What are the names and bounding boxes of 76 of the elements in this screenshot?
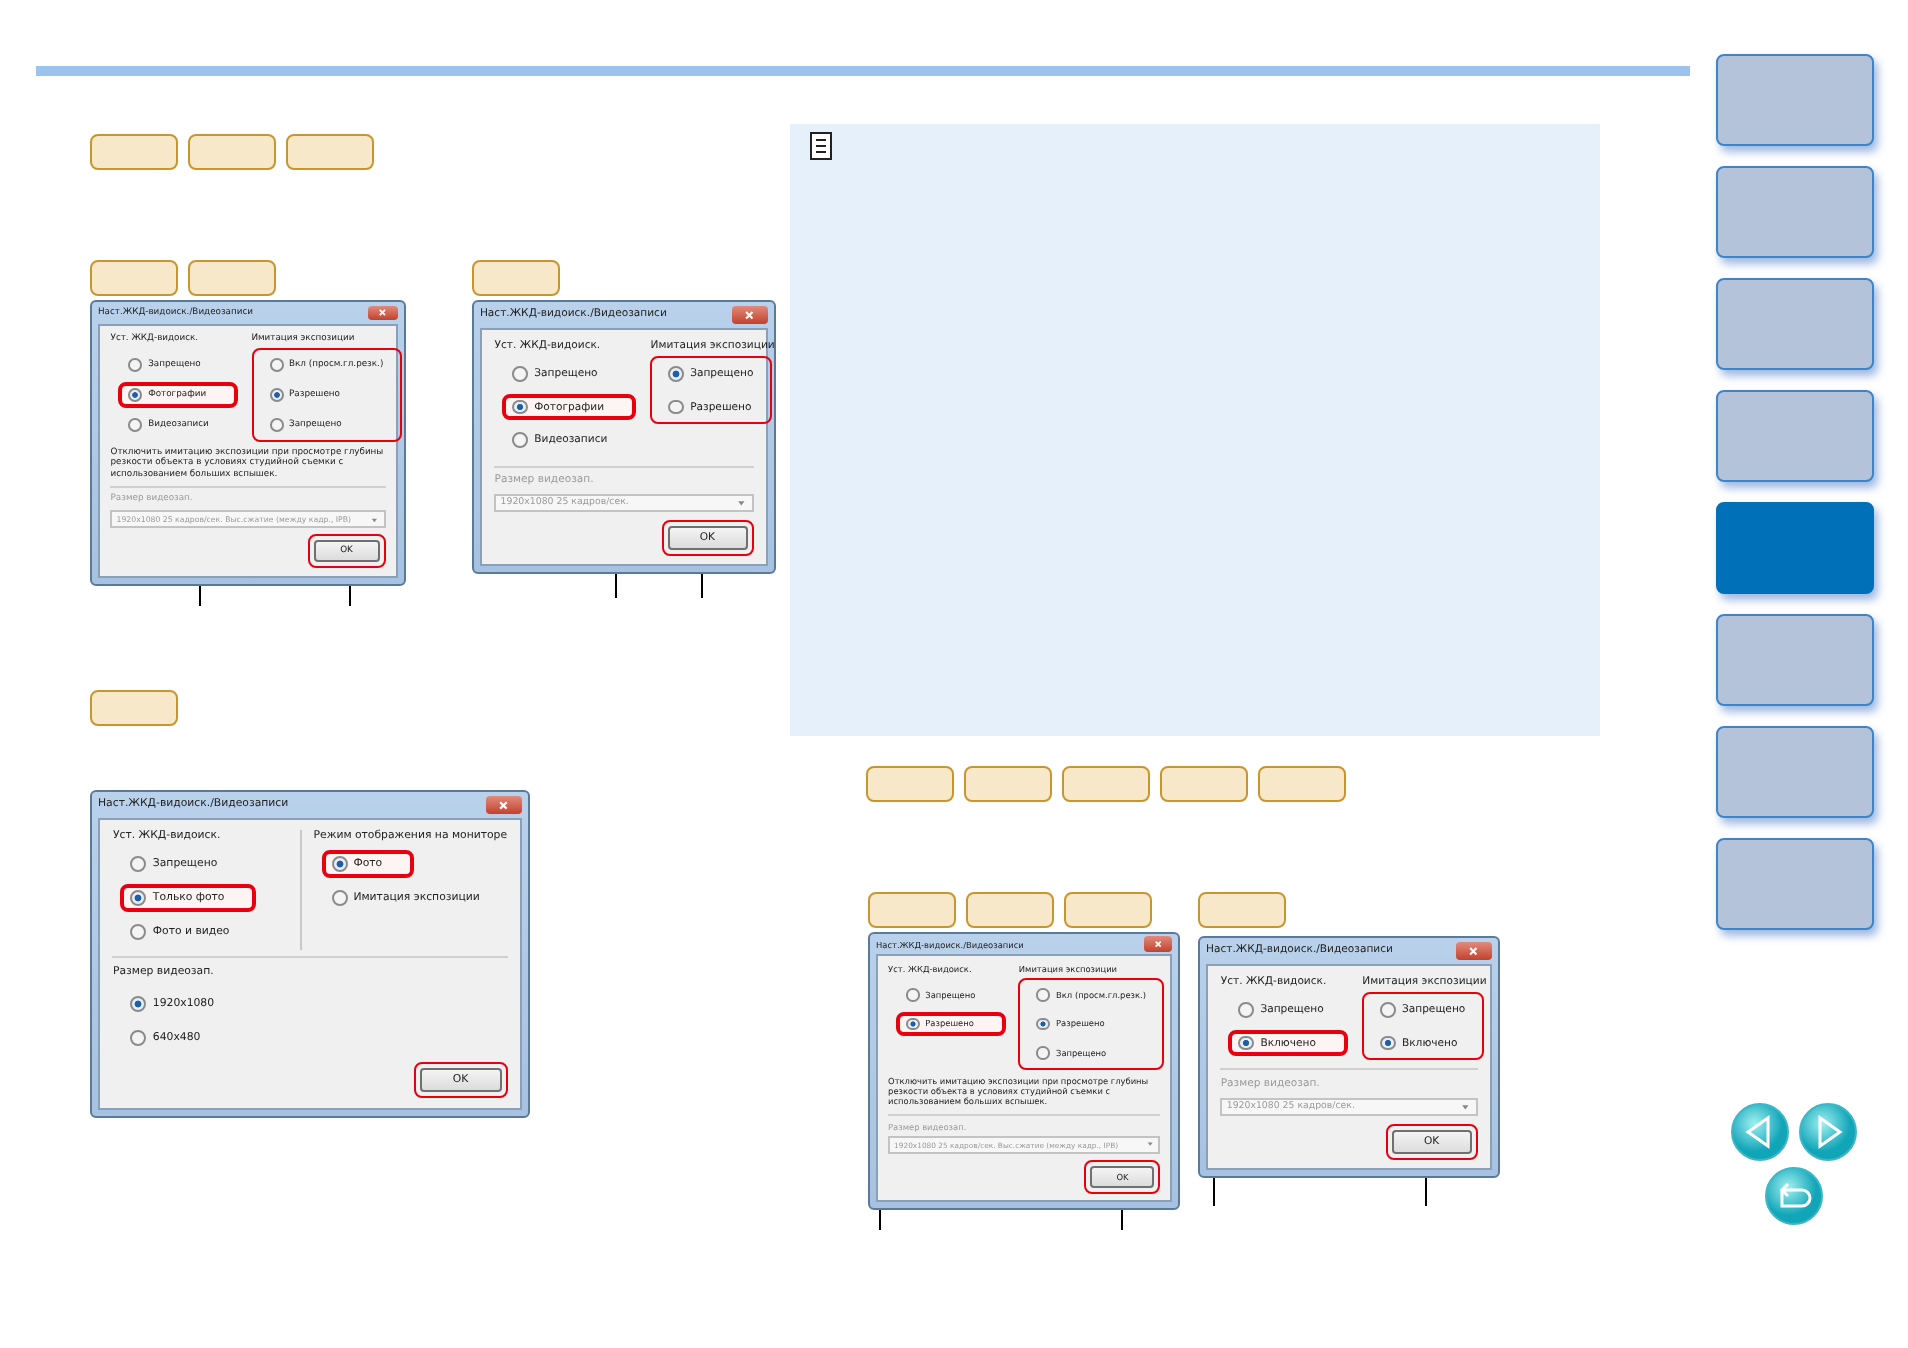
radio-button[interactable] <box>269 357 284 372</box>
close-button[interactable] <box>731 305 768 324</box>
radio-button[interactable] <box>1380 1035 1396 1051</box>
tag-badge <box>471 260 560 296</box>
close-button[interactable] <box>1143 936 1172 952</box>
tag-badge <box>286 134 374 170</box>
radio-button[interactable] <box>130 923 147 940</box>
next-page-button[interactable] <box>1798 1102 1858 1162</box>
chapter-tab[interactable] <box>1715 838 1873 930</box>
tag-badge <box>1258 766 1346 802</box>
close-button[interactable] <box>1455 941 1492 960</box>
radio-button[interactable] <box>512 399 529 415</box>
radio-button[interactable] <box>1380 1002 1396 1018</box>
tag-badge <box>1160 766 1248 802</box>
radio-button[interactable] <box>906 987 920 1002</box>
tag-badge <box>90 134 178 170</box>
tag-badge <box>1198 892 1286 928</box>
radio-button[interactable] <box>1238 1002 1255 1018</box>
close-icon <box>378 308 388 317</box>
tag-badge <box>1062 766 1150 802</box>
close-icon <box>498 799 510 811</box>
tag-badge <box>966 892 1054 928</box>
chapter-tab[interactable] <box>1715 54 1873 146</box>
close-icon <box>744 309 756 320</box>
radio-button[interactable] <box>130 1029 147 1045</box>
radio-button[interactable] <box>128 417 143 432</box>
radio-button[interactable] <box>668 366 685 382</box>
leader-line <box>1121 1209 1123 1230</box>
close-button[interactable] <box>485 795 522 815</box>
radio-button[interactable] <box>269 417 284 432</box>
radio-button[interactable] <box>512 366 529 382</box>
radio-button[interactable] <box>1036 1046 1051 1060</box>
close-icon <box>1153 939 1162 949</box>
radio-button[interactable] <box>1036 987 1051 1002</box>
note-icon <box>810 132 832 160</box>
tag-badge <box>1064 892 1152 928</box>
chapter-tab[interactable] <box>1715 726 1873 818</box>
radio-button[interactable] <box>1238 1035 1255 1051</box>
radio-button[interactable] <box>130 856 147 873</box>
radio-button[interactable] <box>331 856 348 873</box>
radio-button[interactable] <box>269 387 284 402</box>
leader-line <box>879 1209 881 1230</box>
radio-button[interactable] <box>512 432 529 448</box>
radio-button[interactable] <box>128 357 143 372</box>
radio-button[interactable] <box>130 995 147 1012</box>
radio-button[interactable] <box>128 387 143 402</box>
chapter-tab[interactable] <box>1715 390 1873 482</box>
chapter-tab[interactable] <box>1715 166 1873 258</box>
tag-badge <box>866 766 954 802</box>
tag-badge <box>964 766 1052 802</box>
return-button[interactable] <box>1764 1166 1824 1226</box>
leader-line <box>700 574 703 599</box>
radio-button[interactable] <box>668 399 685 415</box>
tag-badge <box>90 689 178 726</box>
leader-line <box>1425 1177 1427 1206</box>
radio-button[interactable] <box>331 890 348 907</box>
tag-badge <box>868 892 956 928</box>
leader-line <box>349 585 351 606</box>
leader-line <box>1213 1177 1215 1206</box>
caret-icon <box>1145 1140 1154 1150</box>
chapter-tab[interactable] <box>1715 278 1873 370</box>
caret-icon <box>736 498 748 509</box>
leader-line <box>199 585 201 606</box>
close-button[interactable] <box>368 305 398 320</box>
tag-badge <box>188 134 276 170</box>
close-icon <box>1468 945 1480 956</box>
caret-icon <box>370 515 380 525</box>
chapter-tab[interactable] <box>1715 614 1873 706</box>
radio-button[interactable] <box>130 890 147 907</box>
leader-line <box>614 574 617 599</box>
tag-badge <box>188 260 276 296</box>
tag-badge <box>90 260 178 296</box>
caret-icon <box>1460 1101 1472 1112</box>
radio-button[interactable] <box>906 1017 920 1031</box>
previous-page-button[interactable] <box>1730 1102 1790 1162</box>
radio-button[interactable] <box>1036 1017 1051 1031</box>
